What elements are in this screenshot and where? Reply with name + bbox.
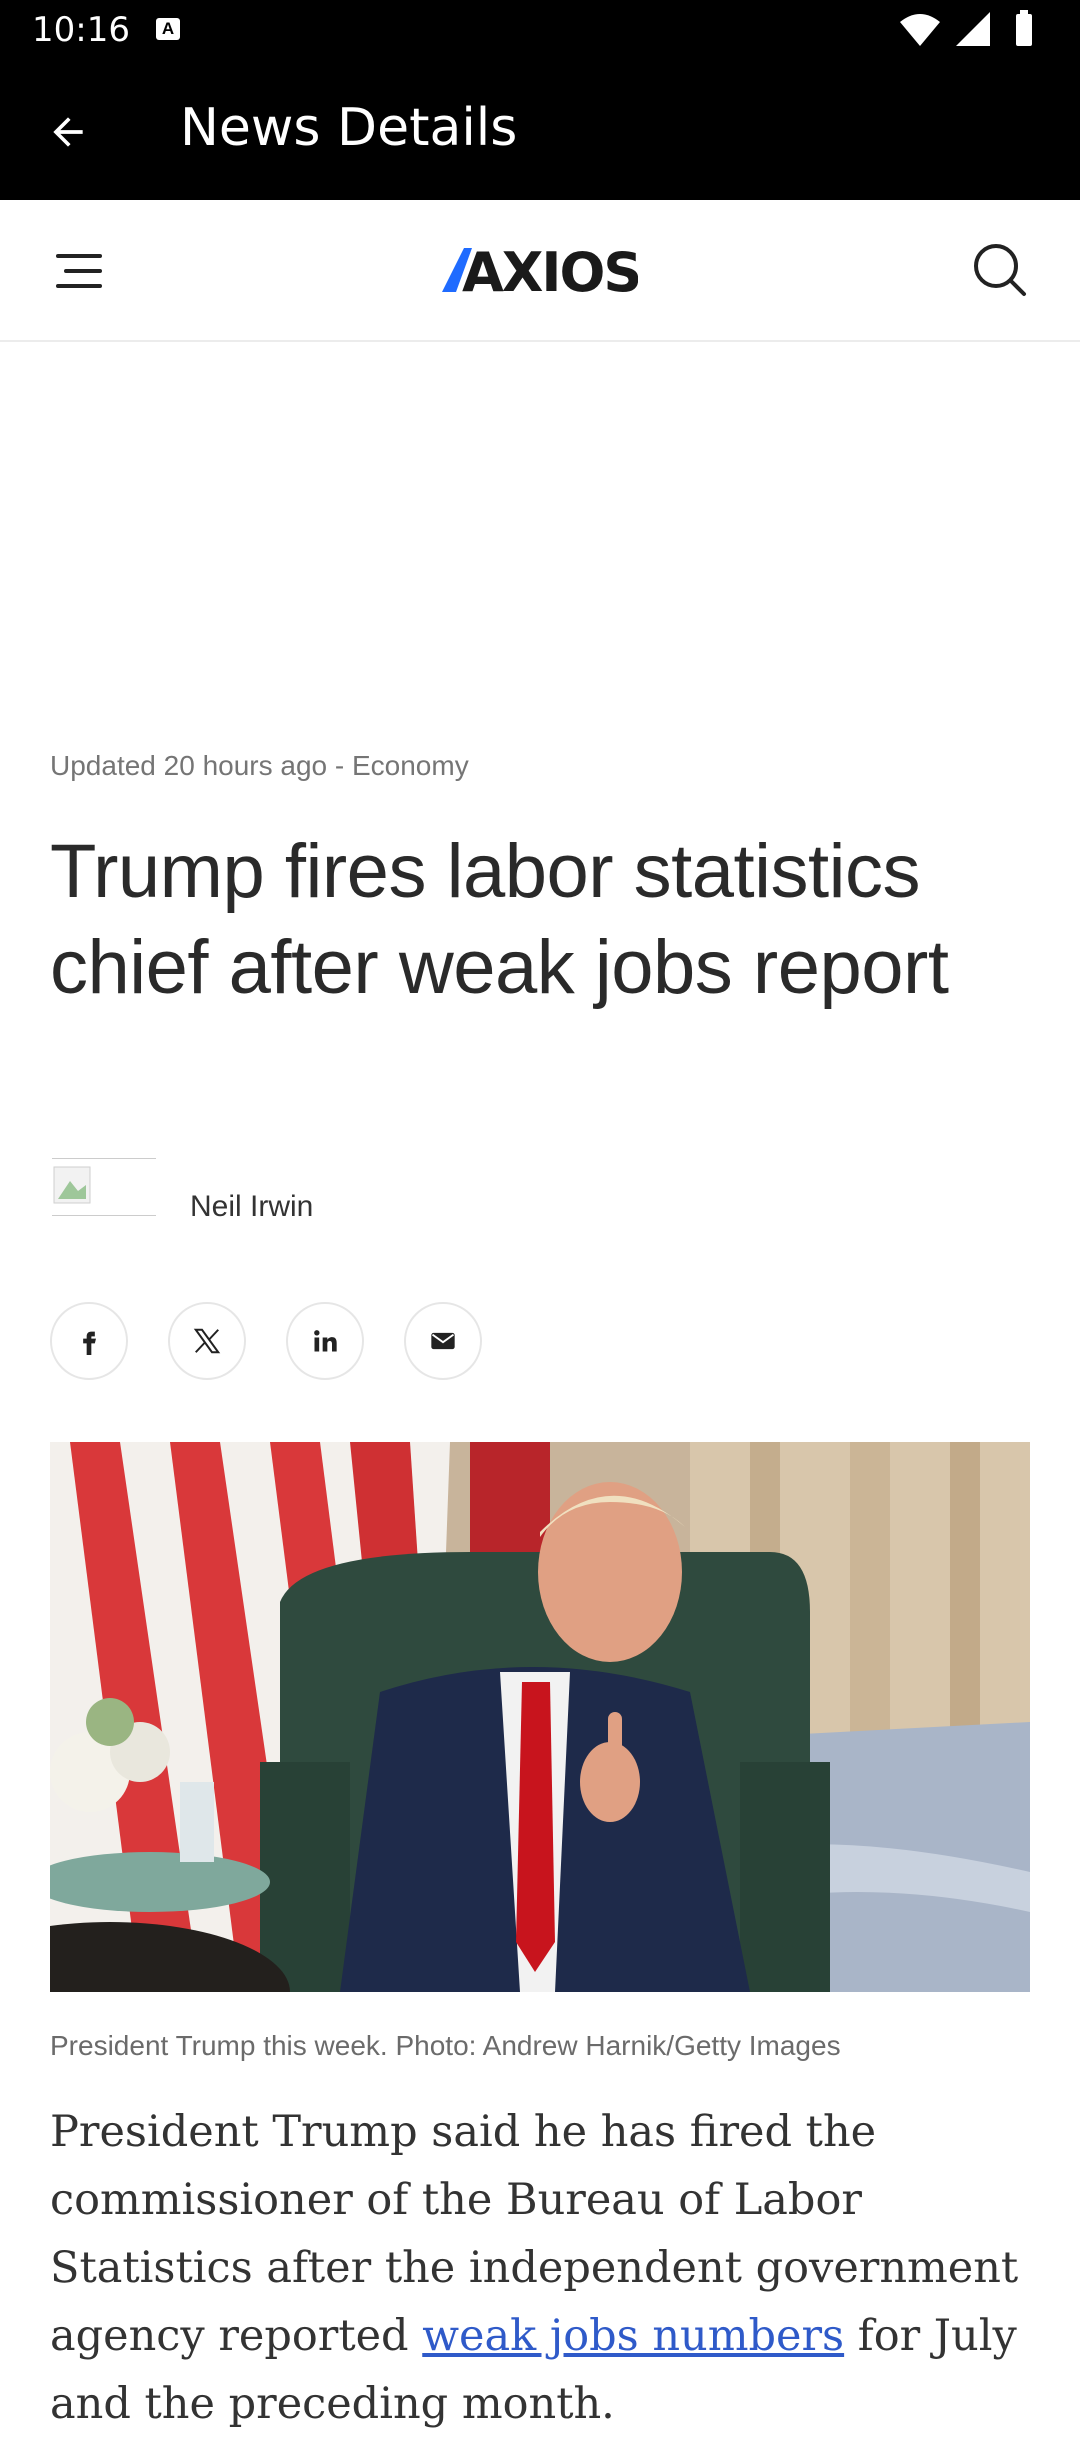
weak-jobs-link[interactable]: weak jobs numbers [422,2311,844,2361]
linkedin-icon [314,1330,337,1352]
photo-caption: President Trump this week. Photo: Andrew… [50,2030,841,2061]
email-icon [431,1332,455,1350]
status-time: 10:16 [32,10,130,50]
article-headline: Trump fires labor statistics chief after… [50,829,949,1010]
hamburger-icon [56,254,102,288]
a-box-icon: A [156,18,180,40]
back-button[interactable] [36,100,100,164]
share-facebook-button[interactable] [50,1302,128,1380]
app-bar: News Details [0,60,1080,200]
menu-button[interactable] [46,244,112,298]
article-meta: Updated 20 hours ago - Economy [50,750,469,781]
share-buttons [50,1302,482,1382]
logo-text: AXIOS [462,241,638,300]
page-title: News Details [180,98,518,158]
search-button[interactable] [968,238,1032,302]
share-email-button[interactable] [404,1302,482,1380]
wifi-icon [900,14,940,46]
site-header: AXIOS [0,200,1080,342]
x-icon [193,1328,221,1354]
share-linkedin-button[interactable] [286,1302,364,1380]
battery-icon [1016,10,1032,46]
status-bar: 10:16 A [0,0,1080,60]
system-icons [898,10,1048,50]
article-photo [50,1442,1030,1992]
arrow-left-icon [53,117,83,147]
author-name[interactable]: Neil Irwin [190,1190,313,1224]
signal-icon [956,12,990,46]
article-body: President Trump said he has fired the co… [50,2098,1040,2438]
share-x-button[interactable] [168,1302,246,1380]
search-icon [974,244,1026,296]
axios-logo[interactable]: AXIOS [438,240,642,304]
author-avatar [52,1158,156,1216]
facebook-icon [83,1331,96,1355]
